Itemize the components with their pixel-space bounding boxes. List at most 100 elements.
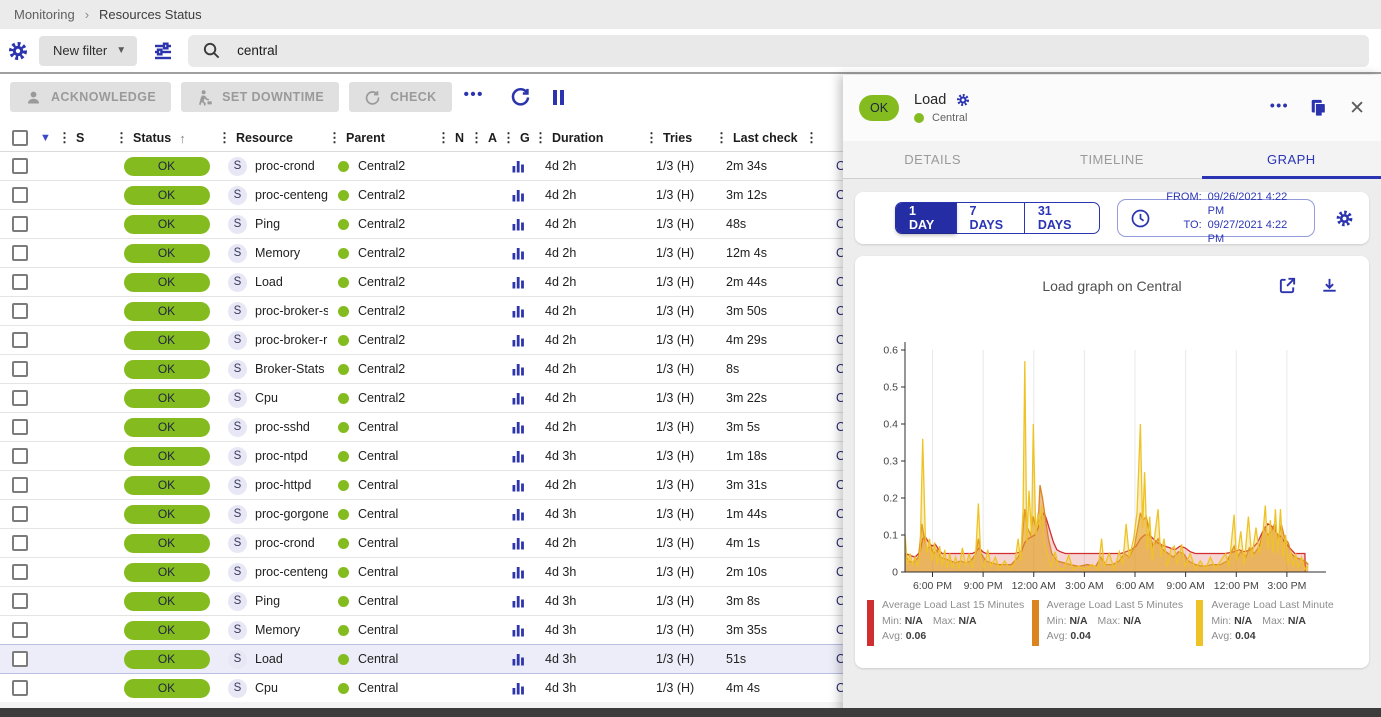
status-badge[interactable]: OK	[124, 302, 210, 321]
breadcrumb-resources-status[interactable]: Resources Status	[99, 7, 202, 22]
time-range-1-day-button[interactable]: 1 DAY	[896, 203, 956, 233]
row-checkbox[interactable]	[12, 622, 28, 638]
parent-name[interactable]: Central2	[358, 275, 405, 289]
resource-name[interactable]: Cpu	[255, 391, 278, 405]
search-input[interactable]: central	[188, 35, 1369, 67]
status-badge[interactable]: OK	[124, 563, 210, 582]
table-row[interactable]: OKSPingCentral4d 3h1/3 (H)3m 8sOK	[0, 587, 843, 616]
parent-name[interactable]: Central	[358, 623, 398, 637]
status-badge[interactable]: OK	[124, 534, 210, 553]
header-severity[interactable]: ⋮S	[58, 125, 115, 151]
table-row[interactable]: OKSproc-gorgonedCentral4d 3h1/3 (H)1m 44…	[0, 500, 843, 529]
row-checkbox[interactable]	[12, 680, 28, 696]
graph-icon[interactable]	[512, 420, 525, 434]
resource-name[interactable]: proc-sshd	[255, 420, 310, 434]
header-information[interactable]: ⋮	[800, 125, 843, 151]
panel-more-button[interactable]: •••	[1270, 97, 1289, 119]
status-badge[interactable]: OK	[124, 273, 210, 292]
filter-tune-icon[interactable]	[151, 39, 175, 63]
panel-settings-gear-icon[interactable]	[955, 92, 971, 108]
header-last-check[interactable]: ⋮Last check	[715, 125, 800, 151]
row-checkbox[interactable]	[12, 158, 28, 174]
legend-item-15min[interactable]: Average Load Last 15 Minutes Min: N/AMax…	[867, 598, 1032, 646]
select-menu-caret-icon[interactable]: ▼	[40, 132, 51, 144]
parent-name[interactable]: Central2	[358, 159, 405, 173]
status-badge[interactable]: OK	[124, 186, 210, 205]
graph-icon[interactable]	[512, 391, 525, 405]
header-parent[interactable]: ⋮Parent	[328, 125, 437, 151]
resource-name[interactable]: Memory	[255, 623, 300, 637]
tab-details[interactable]: DETAILS	[843, 141, 1022, 178]
row-checkbox[interactable]	[12, 274, 28, 290]
table-row[interactable]: OKSLoadCentral4d 3h1/3 (H)51sOK	[0, 645, 843, 674]
row-checkbox[interactable]	[12, 332, 28, 348]
row-checkbox[interactable]	[12, 245, 28, 261]
resource-name[interactable]: proc-httpd	[255, 478, 311, 492]
resource-name[interactable]: proc-crond	[255, 159, 315, 173]
horizontal-scrollbar[interactable]	[0, 708, 1381, 717]
filter-gear-icon[interactable]	[6, 39, 30, 63]
parent-name[interactable]: Central2	[358, 217, 405, 231]
refresh-icon[interactable]	[510, 87, 531, 108]
row-checkbox[interactable]	[12, 419, 28, 435]
legend-item-1min[interactable]: Average Load Last Minute Min: N/AMax: N/…	[1196, 598, 1361, 646]
graph-icon[interactable]	[512, 217, 525, 231]
graph-icon[interactable]	[512, 536, 525, 550]
panel-host-name[interactable]: Central	[932, 112, 967, 124]
table-row[interactable]: OKSBroker-StatsCentral24d 2h1/3 (H)8sOK	[0, 355, 843, 384]
resource-name[interactable]: Cpu	[255, 681, 278, 695]
custom-time-range-button[interactable]: FROM:09/26/2021 4:22 PM TO:09/27/2021 4:…	[1117, 199, 1315, 237]
header-notes[interactable]: ⋮N	[437, 125, 470, 151]
table-row[interactable]: OKSproc-ntpdCentral4d 3h1/3 (H)1m 18sOK	[0, 442, 843, 471]
row-checkbox[interactable]	[12, 216, 28, 232]
open-in-new-icon[interactable]	[1278, 276, 1297, 300]
header-resource[interactable]: ⋮Resource	[218, 125, 328, 151]
header-action[interactable]: ⋮A	[470, 125, 502, 151]
status-badge[interactable]: OK	[124, 418, 210, 437]
table-row[interactable]: OKSproc-broker-rrdCentral24d 2h1/3 (H)4m…	[0, 326, 843, 355]
resource-name[interactable]: Load	[255, 652, 283, 666]
copy-link-icon[interactable]	[1309, 98, 1329, 118]
parent-name[interactable]: Central	[358, 652, 398, 666]
legend-item-5min[interactable]: Average Load Last 5 Minutes Min: N/AMax:…	[1032, 598, 1197, 646]
table-row[interactable]: OKSMemoryCentral24d 2h1/3 (H)12m 4sOK	[0, 239, 843, 268]
new-filter-button[interactable]: New filter ▼	[39, 36, 137, 66]
graph-icon[interactable]	[512, 478, 525, 492]
row-checkbox[interactable]	[12, 651, 28, 667]
graph-icon[interactable]	[512, 507, 525, 521]
parent-name[interactable]: Central2	[358, 362, 405, 376]
parent-name[interactable]: Central	[358, 507, 398, 521]
tab-timeline[interactable]: TIMELINE	[1022, 141, 1201, 178]
status-badge[interactable]: OK	[124, 360, 210, 379]
resource-name[interactable]: proc-ntpd	[255, 449, 308, 463]
graph-icon[interactable]	[512, 623, 525, 637]
table-row[interactable]: OKSMemoryCentral4d 3h1/3 (H)3m 35sOK	[0, 616, 843, 645]
parent-name[interactable]: Central	[358, 420, 398, 434]
breadcrumb-monitoring[interactable]: Monitoring	[14, 7, 75, 22]
parent-name[interactable]: Central	[358, 478, 398, 492]
select-all-checkbox[interactable]	[12, 130, 28, 146]
table-row[interactable]: OKSproc-crondCentral4d 2h1/3 (H)4m 1sOK	[0, 529, 843, 558]
header-duration[interactable]: ⋮Duration	[534, 125, 645, 151]
resource-name[interactable]: proc-broker-sql	[255, 304, 328, 318]
more-actions-button[interactable]: •••	[464, 86, 484, 103]
resource-name[interactable]: Load	[255, 275, 283, 289]
graph-icon[interactable]	[512, 159, 525, 173]
row-checkbox[interactable]	[12, 506, 28, 522]
table-row[interactable]: OKSproc-centengineCentral4d 3h1/3 (H)2m …	[0, 558, 843, 587]
row-checkbox[interactable]	[12, 477, 28, 493]
status-badge[interactable]: OK	[124, 244, 210, 263]
status-badge[interactable]: OK	[124, 592, 210, 611]
parent-name[interactable]: Central	[358, 565, 398, 579]
table-row[interactable]: OKSproc-sshdCentral4d 2h1/3 (H)3m 5sOK	[0, 413, 843, 442]
graph-icon[interactable]	[512, 188, 525, 202]
row-checkbox[interactable]	[12, 361, 28, 377]
parent-name[interactable]: Central2	[358, 333, 405, 347]
status-badge[interactable]: OK	[124, 157, 210, 176]
status-badge[interactable]: OK	[124, 389, 210, 408]
table-row[interactable]: OKSproc-centengineCentral24d 2h1/3 (H)3m…	[0, 181, 843, 210]
table-row[interactable]: OKSproc-crondCentral24d 2h1/3 (H)2m 34sO…	[0, 152, 843, 181]
table-row[interactable]: OKSLoadCentral24d 2h1/3 (H)2m 44sOK	[0, 268, 843, 297]
status-badge[interactable]: OK	[124, 215, 210, 234]
resource-name[interactable]: proc-centengine	[255, 188, 328, 202]
